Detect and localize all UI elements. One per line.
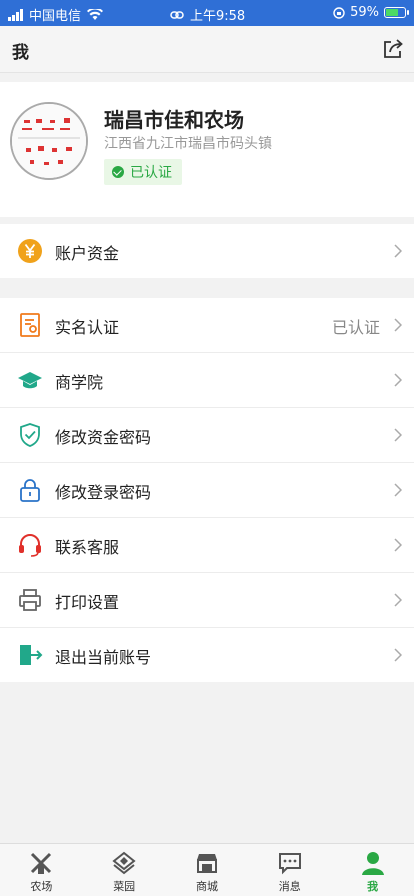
menu-item-label: 商学院 bbox=[55, 373, 104, 392]
bottom-tab-bar: 农场 菜园 商城 消息 我 bbox=[0, 843, 414, 896]
tab-label: 我 bbox=[367, 880, 379, 893]
yen-coin-icon bbox=[18, 239, 42, 263]
chevron-right-icon bbox=[394, 244, 402, 258]
logout-icon bbox=[20, 645, 43, 665]
message-icon bbox=[278, 853, 301, 875]
signal-icon bbox=[8, 8, 23, 21]
verified-badge-label: 已认证 bbox=[130, 165, 172, 181]
menu-item-real-name[interactable]: 实名认证 已认证 bbox=[0, 298, 414, 353]
tab-farm[interactable]: 农场 bbox=[0, 844, 83, 896]
farm-name: 瑞昌市佳和农场 bbox=[104, 108, 244, 132]
share-icon[interactable] bbox=[382, 38, 404, 60]
account-section: 账户资金 bbox=[0, 224, 414, 278]
menu-item-label: 实名认证 bbox=[55, 318, 120, 337]
real-name-status: 已认证 bbox=[331, 318, 380, 337]
clock: 上午9:58 bbox=[190, 9, 246, 24]
menu-item-label: 退出当前账号 bbox=[55, 648, 152, 667]
menu-item-change-login-password[interactable]: 修改登录密码 bbox=[0, 463, 414, 518]
avatar-image bbox=[12, 104, 86, 178]
page-header: 我 bbox=[0, 26, 414, 73]
user-icon bbox=[361, 852, 384, 875]
rotation-lock-icon bbox=[333, 6, 345, 19]
wifi-icon bbox=[87, 8, 104, 20]
tab-mall[interactable]: 商城 bbox=[166, 844, 249, 896]
chevron-right-icon bbox=[394, 648, 402, 662]
link-icon bbox=[170, 10, 184, 19]
avatar[interactable] bbox=[10, 102, 88, 180]
battery-icon bbox=[384, 7, 409, 18]
tab-label: 消息 bbox=[278, 880, 301, 893]
check-icon bbox=[112, 166, 124, 178]
verified-badge: 已认证 bbox=[104, 159, 182, 185]
tab-messages[interactable]: 消息 bbox=[248, 844, 331, 896]
carrier-label: 中国电信 bbox=[29, 9, 82, 24]
battery-percent: 59% bbox=[350, 5, 379, 20]
account-funds-row[interactable]: 账户资金 bbox=[0, 224, 414, 278]
printer-icon bbox=[19, 589, 41, 611]
chevron-right-icon bbox=[394, 318, 402, 332]
chevron-right-icon bbox=[394, 593, 402, 607]
menu-item-customer-service[interactable]: 联系客服 bbox=[0, 518, 414, 573]
chevron-right-icon bbox=[394, 373, 402, 387]
status-bar: 中国电信 上午9:58 59% bbox=[0, 0, 414, 26]
headset-icon bbox=[19, 534, 41, 557]
profile-card[interactable]: 瑞昌市佳和农场 江西省九江市瑞昌市码头镇 已认证 bbox=[0, 82, 414, 217]
tab-label: 农场 bbox=[30, 880, 53, 893]
menu-item-label: 打印设置 bbox=[55, 593, 120, 612]
settings-menu: 实名认证 已认证 商学院 修改资金密码 修改登录密码 联系客服 打印设置 退出当… bbox=[0, 298, 414, 682]
lock-icon bbox=[20, 479, 40, 502]
menu-item-logout[interactable]: 退出当前账号 bbox=[0, 628, 414, 682]
chevron-right-icon bbox=[394, 428, 402, 442]
menu-item-label: 联系客服 bbox=[55, 538, 120, 557]
menu-item-print-settings[interactable]: 打印设置 bbox=[0, 573, 414, 628]
page-title: 我 bbox=[12, 43, 29, 63]
store-icon bbox=[196, 854, 217, 873]
shield-check-icon bbox=[20, 423, 40, 447]
menu-item-change-fund-password[interactable]: 修改资金密码 bbox=[0, 408, 414, 463]
windmill-icon bbox=[31, 852, 52, 874]
menu-item-label: 修改资金密码 bbox=[55, 428, 152, 447]
farm-address: 江西省九江市瑞昌市码头镇 bbox=[104, 136, 272, 152]
garden-icon bbox=[112, 851, 136, 875]
account-funds-label: 账户资金 bbox=[55, 244, 120, 263]
tab-label: 商城 bbox=[195, 880, 218, 893]
tab-garden[interactable]: 菜园 bbox=[83, 844, 166, 896]
chevron-right-icon bbox=[394, 538, 402, 552]
graduation-cap-icon bbox=[18, 372, 42, 389]
menu-item-business-school[interactable]: 商学院 bbox=[0, 353, 414, 408]
tab-me[interactable]: 我 bbox=[331, 844, 414, 896]
chevron-right-icon bbox=[394, 483, 402, 497]
tab-label: 菜园 bbox=[113, 880, 136, 893]
menu-item-label: 修改登录密码 bbox=[55, 483, 152, 502]
id-card-icon bbox=[20, 313, 40, 337]
